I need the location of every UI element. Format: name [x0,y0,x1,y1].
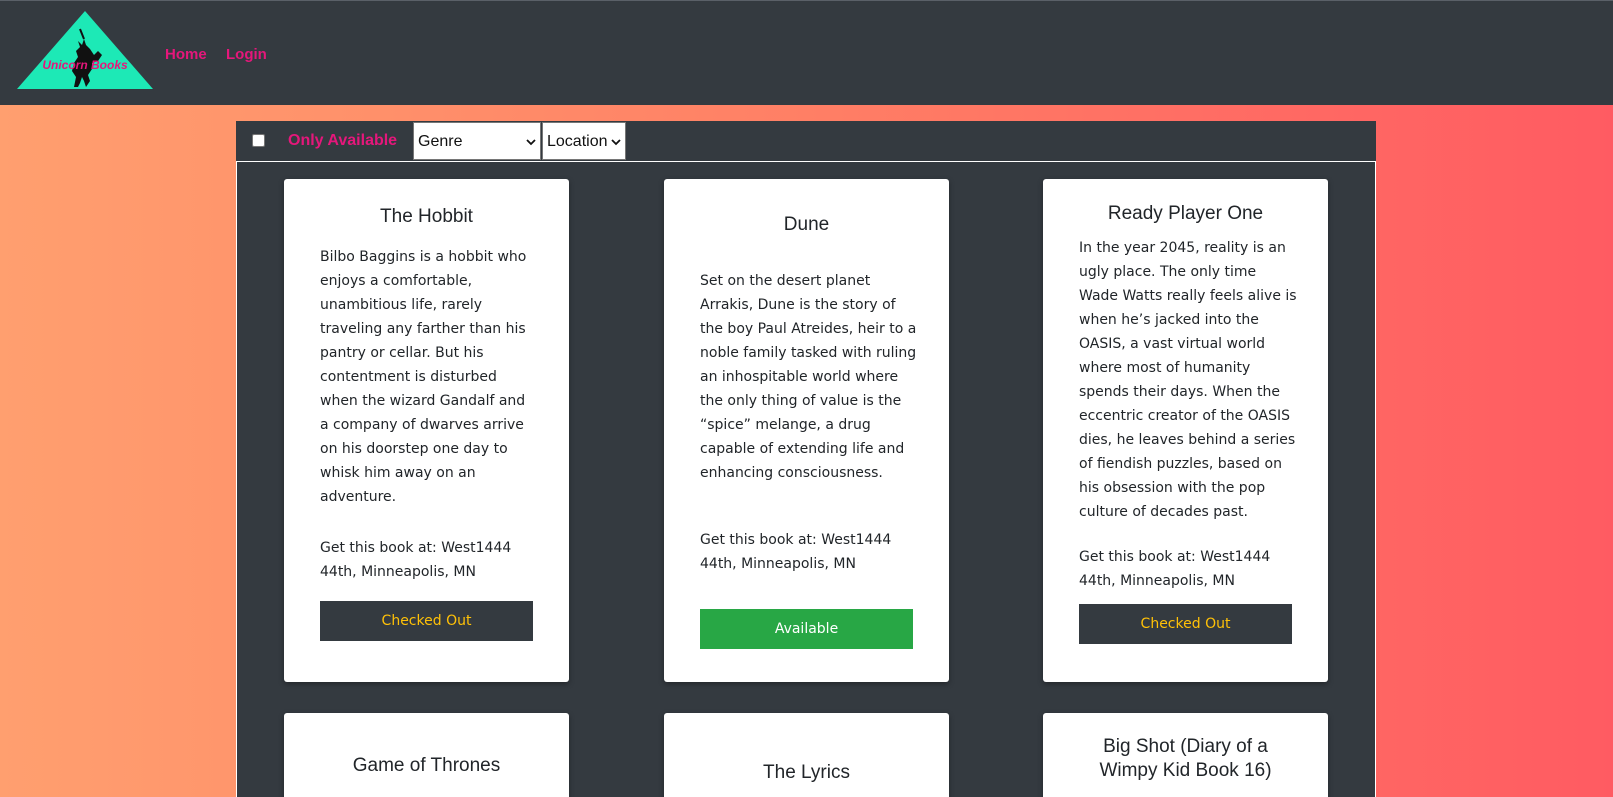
book-location: Get this book at: West1444 44th, Minneap… [1079,549,1271,589]
book-card: Game of Thrones [284,713,569,797]
book-description: Bilbo Baggins is a hobbit who enjoys a c… [320,249,527,505]
unicorn-books-logo[interactable]: Unicorn Books [16,11,154,89]
genre-select-value: Genre [418,133,463,150]
book-location: Get this book at: West1444 44th, Minneap… [320,540,512,580]
book-card: Ready Player One In the year 2045, reali… [1043,179,1328,682]
book-card: Big Shot (Diary of a Wimpy Kid Book 16) [1043,713,1328,797]
book-title: The Hobbit [380,206,473,227]
book-title: Ready Player One [1107,203,1264,224]
nav-login-link[interactable]: Login [226,46,267,63]
book-card: Dune Set on the desert planet Arrakis, D… [664,179,949,682]
checked-out-button[interactable]: Checked Out [1079,604,1292,644]
book-description: Set on the desert planet Arrakis, Dune i… [700,273,917,481]
chevron-down-icon [611,139,621,146]
available-button[interactable]: Available [700,609,913,649]
unicorn-logo-icon [17,11,153,89]
book-card: The Hobbit Bilbo Baggins is a hobbit who… [284,179,569,682]
location-select[interactable]: Location [542,122,626,160]
book-card: The Lyrics [664,713,949,797]
book-title: Dune [783,214,830,235]
book-location: Get this book at: West1444 44th, Minneap… [700,532,892,572]
chevron-down-icon [526,139,536,146]
book-list: The Hobbit Bilbo Baggins is a hobbit who… [236,161,1376,797]
book-title: Big Shot (Diary of a Wimpy Kid Book 16) [1099,736,1272,781]
navbar: Unicorn Books Home Login [0,0,1613,105]
only-available-checkbox[interactable] [252,134,265,147]
location-select-value: Location [547,133,608,150]
book-title: Game of Thrones [352,755,501,776]
only-available-label: Only Available [288,132,398,149]
checked-out-button[interactable]: Checked Out [320,601,533,641]
filter-bar: Only Available Genre Location [236,121,1376,161]
book-description: In the year 2045, reality is an ugly pla… [1079,240,1297,520]
logo-text: Unicorn Books [42,58,128,72]
book-title: The Lyrics [763,762,850,783]
genre-select[interactable]: Genre [413,122,541,160]
nav-home-link[interactable]: Home [165,46,207,63]
